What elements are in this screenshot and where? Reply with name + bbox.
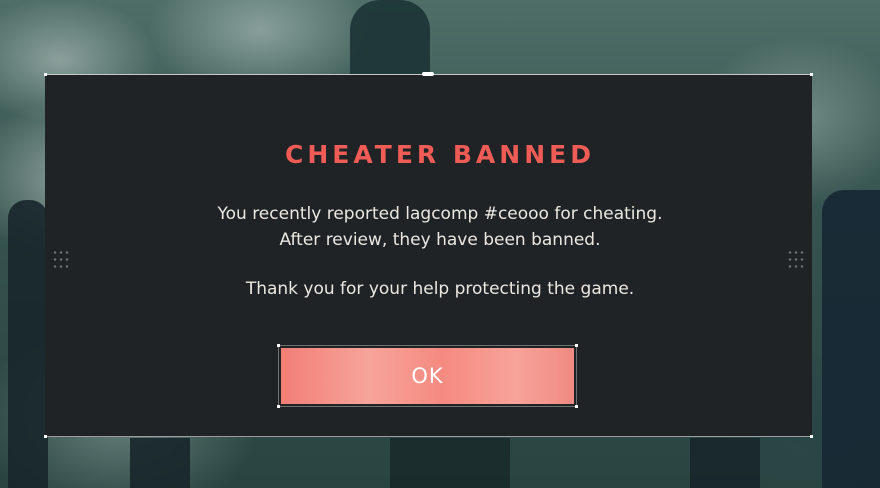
background-character-bottom-right [690,438,760,488]
dialog-message-line-3: Thank you for your help protecting the g… [245,279,635,299]
dialog-corner-bottom-left [44,435,47,438]
ok-button[interactable]: OK [281,348,574,404]
dialog-corner-top-right [810,73,813,76]
dialog-top-notch [422,72,434,76]
dialog-corner-top-left [44,73,47,76]
background-character-bottom-mid [390,438,510,488]
ok-frame-corner-top-left [277,344,280,347]
background-character-bottom-left [130,438,190,488]
ok-frame-corner-bottom-left [277,405,280,408]
dialog-message-line-1: You recently reported lagcomp #ceooo for… [217,204,663,224]
background-character-center [350,0,430,74]
dialog-dot-grid-left [52,249,70,271]
ok-frame-corner-top-right [575,344,578,347]
dialog-corner-bottom-right [810,435,813,438]
dialog-message-line-2: After review, they have been banned. [279,230,601,250]
dialog-title: CHEATER BANNED [285,140,595,169]
ok-frame-corner-bottom-right [575,405,578,408]
dialog-dot-grid-right [787,249,805,271]
